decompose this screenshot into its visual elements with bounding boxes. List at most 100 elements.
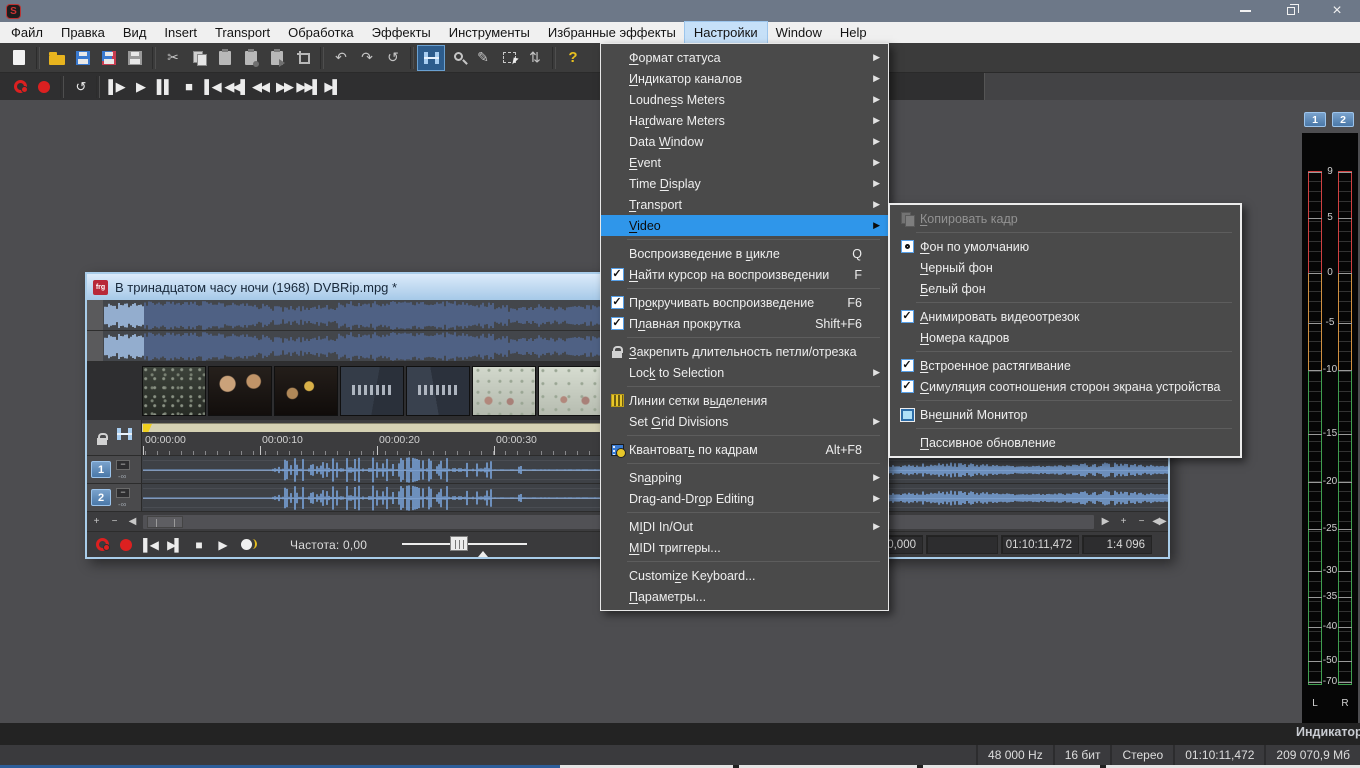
menu-item[interactable]: Закрепить длительность петли/отрезка: [601, 341, 888, 362]
menu-item[interactable]: Set Grid Divisions▶: [601, 411, 888, 432]
menu-item[interactable]: Линии сетки выделения: [601, 390, 888, 411]
play-button[interactable]: ▶: [128, 76, 152, 98]
paste-button[interactable]: [212, 46, 238, 70]
track-minimize-button[interactable]: −: [116, 488, 130, 498]
menu-item[interactable]: Lock to Selection▶: [601, 362, 888, 383]
menu-item[interactable]: Snapping▶: [601, 467, 888, 488]
magnify-button[interactable]: [444, 46, 470, 70]
zoom-scroll-button[interactable]: +: [1114, 514, 1132, 530]
menu-item[interactable]: ✓Симуляция соотношения сторон экрана уст…: [890, 376, 1240, 397]
forward-to-end-button[interactable]: ▶▶▌: [296, 76, 320, 98]
paste-special-button[interactable]: [238, 46, 264, 70]
channel-meter[interactable]: 950-5-10-15-20-25-30-35-40-50-70LR: [1302, 133, 1358, 723]
open-button[interactable]: [44, 46, 70, 70]
paste-to-new-button[interactable]: [264, 46, 290, 70]
menu-item[interactable]: Video▶: [601, 215, 888, 236]
menu-item[interactable]: Hardware Meters▶: [601, 110, 888, 131]
menubar-item-tools[interactable]: Инструменты: [440, 22, 539, 43]
stop-button[interactable]: ■: [176, 76, 200, 98]
selection-tool-button[interactable]: [496, 46, 522, 70]
zoom-scroll-button[interactable]: +: [87, 514, 105, 530]
track-number-button[interactable]: 1: [91, 461, 111, 478]
zoom-scroll-button[interactable]: −: [1132, 514, 1150, 530]
rewind-button[interactable]: ◀◀: [248, 76, 272, 98]
rewind-to-start-button[interactable]: ◀◀▌: [224, 76, 248, 98]
menu-item[interactable]: Формат статуса▶: [601, 47, 888, 68]
forward-button[interactable]: ▶▶: [272, 76, 296, 98]
zoom-scroll-button[interactable]: ◀: [123, 514, 141, 530]
menu-item[interactable]: Квантовать по кадрамAlt+F8: [601, 439, 888, 460]
menu-item[interactable]: Белый фон: [890, 278, 1240, 299]
menu-item[interactable]: MIDI триггеры...: [601, 537, 888, 558]
menu-item[interactable]: Копировать кадр: [890, 208, 1240, 229]
go-to-start-button[interactable]: ▌◀: [200, 76, 224, 98]
zoom-scroll-button[interactable]: ◀▶: [1150, 514, 1168, 530]
minimize-button[interactable]: [1222, 0, 1268, 22]
menubar-item-insert[interactable]: Insert: [155, 22, 206, 43]
copy-button[interactable]: [186, 46, 212, 70]
menubar-item-effects[interactable]: Эффекты: [363, 22, 440, 43]
play-button[interactable]: ▶: [215, 538, 229, 552]
go-to-start-button[interactable]: ▌◀: [143, 538, 157, 552]
save-as-button[interactable]: [96, 46, 122, 70]
menu-item[interactable]: Data Window▶: [601, 131, 888, 152]
track-number-button[interactable]: 2: [91, 489, 111, 506]
zoom-scroll-button[interactable]: ▶: [1096, 514, 1114, 530]
menu-item[interactable]: ✓Найти курсор на воспроизведенииF: [601, 264, 888, 285]
menu-item[interactable]: ✓Прокручивать воспроизведениеF6: [601, 292, 888, 313]
menu-item[interactable]: Воспроизведение в циклеQ: [601, 243, 888, 264]
go-to-end-button[interactable]: ▶▌: [320, 76, 344, 98]
record-remote-button[interactable]: [8, 76, 32, 98]
undo-button[interactable]: ↶: [328, 46, 354, 70]
menu-item[interactable]: Loudness Meters▶: [601, 89, 888, 110]
menubar-item-file[interactable]: Файл: [2, 22, 52, 43]
menubar-item-edit[interactable]: Правка: [52, 22, 114, 43]
pencil-button[interactable]: ✎: [470, 46, 496, 70]
trim-button[interactable]: [290, 46, 316, 70]
menu-item[interactable]: Time Display▶: [601, 173, 888, 194]
menubar-item-favorites[interactable]: Избранные эффекты: [539, 22, 685, 43]
loop-playback-button[interactable]: ↺: [68, 76, 92, 98]
menubar-item-view[interactable]: Вид: [114, 22, 156, 43]
envelope-tool-button[interactable]: ⇅: [522, 46, 548, 70]
menu-item[interactable]: Внешний Монитор: [890, 404, 1240, 425]
frequency-slider[interactable]: [402, 535, 527, 555]
menu-item[interactable]: Event▶: [601, 152, 888, 173]
menubar-item-options[interactable]: Настройки: [685, 22, 767, 43]
track-minimize-button[interactable]: −: [116, 460, 130, 470]
cut-button[interactable]: ✂: [160, 46, 186, 70]
record-button[interactable]: [119, 539, 133, 551]
meter-channel-button-2[interactable]: 2: [1332, 112, 1354, 127]
stop-button[interactable]: ■: [191, 538, 205, 552]
scrollbar-thumb[interactable]: [147, 516, 183, 528]
menu-item[interactable]: Фон по умолчанию: [890, 236, 1240, 257]
menu-item[interactable]: Transport▶: [601, 194, 888, 215]
repeat-button[interactable]: ↺: [380, 46, 406, 70]
menubar-item-process[interactable]: Обработка: [279, 22, 363, 43]
audio-button[interactable]: [239, 539, 253, 550]
menubar-item-transport[interactable]: Transport: [206, 22, 279, 43]
meter-channel-button-1[interactable]: 1: [1304, 112, 1326, 127]
help-q-button[interactable]: ?: [560, 46, 586, 70]
menubar-item-window[interactable]: Window: [767, 22, 831, 43]
menu-item[interactable]: ✓Встроенное растягивание: [890, 355, 1240, 376]
go-to-end-button[interactable]: ▶▌: [167, 538, 181, 552]
play-all-button[interactable]: ▌▶: [104, 76, 128, 98]
menu-item[interactable]: ✓Анимировать видеоотрезок: [890, 306, 1240, 327]
menu-item[interactable]: Черный фон: [890, 257, 1240, 278]
pause-button[interactable]: ▌▌: [152, 76, 176, 98]
menu-item[interactable]: Customize Keyboard...: [601, 565, 888, 586]
menu-item[interactable]: Индикатор каналов▶: [601, 68, 888, 89]
menubar-item-help[interactable]: Help: [831, 22, 876, 43]
menu-item[interactable]: Пассивное обновление: [890, 432, 1240, 453]
edit-tool-button[interactable]: [418, 46, 444, 70]
record-remote-button[interactable]: [95, 538, 109, 551]
zoom-scroll-button[interactable]: −: [105, 514, 123, 530]
menu-item[interactable]: Drag-and-Drop Editing▶: [601, 488, 888, 509]
menu-item[interactable]: MIDI In/Out▶: [601, 516, 888, 537]
new-file-button[interactable]: [6, 46, 32, 70]
close-button[interactable]: ×: [1314, 0, 1360, 22]
slider-thumb[interactable]: [450, 536, 468, 551]
menu-item[interactable]: Параметры...: [601, 586, 888, 607]
menu-item[interactable]: Номера кадров: [890, 327, 1240, 348]
